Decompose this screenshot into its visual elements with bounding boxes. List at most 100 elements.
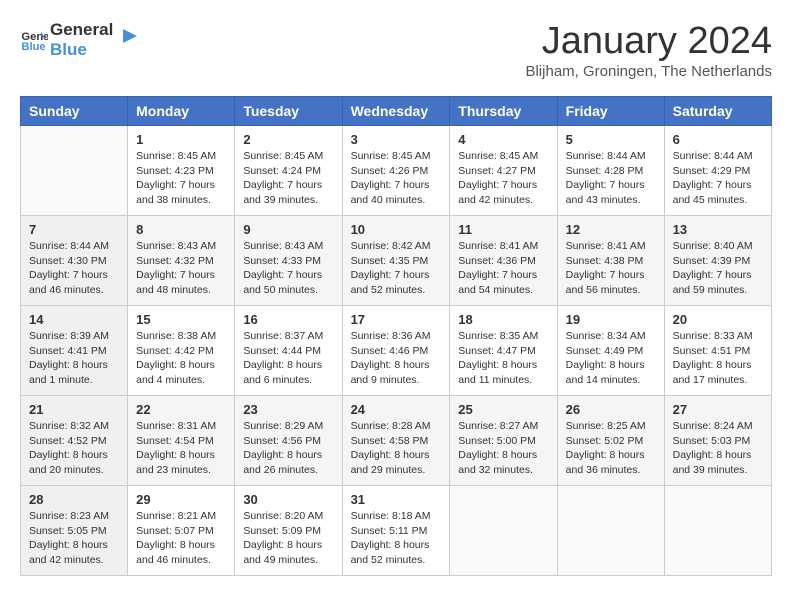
day-info: Sunrise: 8:43 AMSunset: 4:32 PMDaylight:… [136, 239, 226, 298]
calendar-cell: 9Sunrise: 8:43 AMSunset: 4:33 PMDaylight… [235, 216, 342, 306]
calendar-cell: 3Sunrise: 8:45 AMSunset: 4:26 PMDaylight… [342, 126, 450, 216]
day-number: 21 [29, 402, 119, 417]
day-info: Sunrise: 8:41 AMSunset: 4:36 PMDaylight:… [458, 239, 548, 298]
day-info: Sunrise: 8:18 AMSunset: 5:11 PMDaylight:… [351, 509, 442, 568]
day-info: Sunrise: 8:25 AMSunset: 5:02 PMDaylight:… [566, 419, 656, 478]
calendar-cell: 26 Sunrise: 8:25 AMSunset: 5:02 PMDayligh… [557, 396, 664, 486]
logo-arrow-icon [117, 25, 139, 47]
day-number: 15 [136, 312, 226, 327]
day-info: Sunrise: 8:31 AMSunset: 4:54 PMDaylight:… [136, 419, 226, 478]
day-number: 8 [136, 222, 226, 237]
logo-blue: Blue [50, 40, 113, 60]
day-number: 10 [351, 222, 442, 237]
header-cell-thursday: Thursday [450, 97, 557, 126]
day-number: 25 [458, 402, 548, 417]
calendar-cell: 1Sunrise: 8:45 AMSunset: 4:23 PMDaylight… [128, 126, 235, 216]
calendar-body: 1Sunrise: 8:45 AMSunset: 4:23 PMDaylight… [21, 126, 772, 576]
calendar-table: SundayMondayTuesdayWednesdayThursdayFrid… [20, 96, 772, 576]
calendar-cell [450, 486, 557, 576]
header-cell-monday: Monday [128, 97, 235, 126]
day-number: 16 [243, 312, 333, 327]
day-info: Sunrise: 8:37 AMSunset: 4:44 PMDaylight:… [243, 329, 333, 388]
day-number: 29 [136, 492, 226, 507]
calendar-cell: 29Sunrise: 8:21 AMSunset: 5:07 PMDayligh… [128, 486, 235, 576]
day-info: Sunrise: 8:20 AMSunset: 5:09 PMDaylight:… [243, 509, 333, 568]
calendar-cell: 20Sunrise: 8:33 AMSunset: 4:51 PMDayligh… [664, 306, 771, 396]
day-number: 19 [566, 312, 656, 327]
calendar-week-3: 21 Sunrise: 8:32 AMSunset: 4:52 PMDayligh… [21, 396, 772, 486]
day-info: Sunrise: 8:44 AMSunset: 4:29 PMDaylight:… [673, 149, 763, 208]
day-info: Sunrise: 8:40 AMSunset: 4:39 PMDaylight:… [673, 239, 763, 298]
day-number: 23 [243, 402, 333, 417]
day-info: Sunrise: 8:44 AMSunset: 4:28 PMDaylight:… [566, 149, 656, 208]
calendar-cell: 18Sunrise: 8:35 AMSunset: 4:47 PMDayligh… [450, 306, 557, 396]
day-number: 9 [243, 222, 333, 237]
month-title: January 2024 [525, 20, 772, 63]
calendar-cell: 7Sunrise: 8:44 AMSunset: 4:30 PMDaylight… [21, 216, 128, 306]
day-info: Sunrise: 8:34 AMSunset: 4:49 PMDaylight:… [566, 329, 656, 388]
calendar-cell: 13 Sunrise: 8:40 AMSunset: 4:39 PMDayligh… [664, 216, 771, 306]
location-title: Blijham, Groningen, The Netherlands [525, 63, 772, 80]
day-info: Sunrise: 8:45 AMSunset: 4:23 PMDaylight:… [136, 149, 226, 208]
calendar-header: SundayMondayTuesdayWednesdayThursdayFrid… [21, 97, 772, 126]
day-info: Sunrise: 8:33 AMSunset: 4:51 PMDaylight:… [673, 329, 763, 388]
day-number: 13 [673, 222, 763, 237]
calendar-cell: 24Sunrise: 8:28 AMSunset: 4:58 PMDayligh… [342, 396, 450, 486]
calendar-cell: 4 Sunrise: 8:45 AMSunset: 4:27 PMDaylight… [450, 126, 557, 216]
day-info: Sunrise: 8:45 AMSunset: 4:26 PMDaylight:… [351, 149, 442, 208]
page-header: General Blue General Blue January 2024 B… [20, 20, 772, 80]
day-info: Sunrise: 8:45 AMSunset: 4:27 PMDaylight:… [458, 149, 548, 208]
day-info: Sunrise: 8:24 AMSunset: 5:03 PMDaylight:… [673, 419, 763, 478]
day-number: 7 [29, 222, 119, 237]
calendar-cell: 27Sunrise: 8:24 AMSunset: 5:03 PMDayligh… [664, 396, 771, 486]
calendar-cell: 2 Sunrise: 8:45 AMSunset: 4:24 PMDaylight… [235, 126, 342, 216]
header-cell-sunday: Sunday [21, 97, 128, 126]
day-number: 12 [566, 222, 656, 237]
logo-icon: General Blue [20, 26, 48, 54]
calendar-week-1: 7Sunrise: 8:44 AMSunset: 4:30 PMDaylight… [21, 216, 772, 306]
day-number: 14 [29, 312, 119, 327]
title-section: January 2024 Blijham, Groningen, The Net… [525, 20, 772, 80]
day-number: 24 [351, 402, 442, 417]
calendar-cell: 10 Sunrise: 8:42 AMSunset: 4:35 PMDayligh… [342, 216, 450, 306]
calendar-cell: 21 Sunrise: 8:32 AMSunset: 4:52 PMDayligh… [21, 396, 128, 486]
calendar-cell: 23 Sunrise: 8:29 AMSunset: 4:56 PMDayligh… [235, 396, 342, 486]
calendar-cell: 17 Sunrise: 8:36 AMSunset: 4:46 PMDayligh… [342, 306, 450, 396]
calendar-cell: 15 Sunrise: 8:38 AMSunset: 4:42 PMDayligh… [128, 306, 235, 396]
calendar-cell: 12 Sunrise: 8:41 AMSunset: 4:38 PMDayligh… [557, 216, 664, 306]
day-number: 17 [351, 312, 442, 327]
calendar-cell [664, 486, 771, 576]
calendar-cell: 28Sunrise: 8:23 AMSunset: 5:05 PMDayligh… [21, 486, 128, 576]
logo-general: General [50, 20, 113, 40]
day-number: 18 [458, 312, 548, 327]
day-info: Sunrise: 8:32 AMSunset: 4:52 PMDaylight:… [29, 419, 119, 478]
calendar-cell: 31Sunrise: 8:18 AMSunset: 5:11 PMDayligh… [342, 486, 450, 576]
day-info: Sunrise: 8:38 AMSunset: 4:42 PMDaylight:… [136, 329, 226, 388]
day-number: 4 [458, 132, 548, 147]
day-number: 2 [243, 132, 333, 147]
day-number: 22 [136, 402, 226, 417]
calendar-cell: 22 Sunrise: 8:31 AMSunset: 4:54 PMDayligh… [128, 396, 235, 486]
header-cell-tuesday: Tuesday [235, 97, 342, 126]
calendar-week-2: 14Sunrise: 8:39 AMSunset: 4:41 PMDayligh… [21, 306, 772, 396]
calendar-cell: 5 Sunrise: 8:44 AMSunset: 4:28 PMDaylight… [557, 126, 664, 216]
day-number: 5 [566, 132, 656, 147]
calendar-cell: 14Sunrise: 8:39 AMSunset: 4:41 PMDayligh… [21, 306, 128, 396]
header-cell-saturday: Saturday [664, 97, 771, 126]
calendar-cell: 8 Sunrise: 8:43 AMSunset: 4:32 PMDaylight… [128, 216, 235, 306]
day-info: Sunrise: 8:29 AMSunset: 4:56 PMDaylight:… [243, 419, 333, 478]
header-cell-friday: Friday [557, 97, 664, 126]
calendar-cell: 11Sunrise: 8:41 AMSunset: 4:36 PMDayligh… [450, 216, 557, 306]
day-info: Sunrise: 8:42 AMSunset: 4:35 PMDaylight:… [351, 239, 442, 298]
day-info: Sunrise: 8:36 AMSunset: 4:46 PMDaylight:… [351, 329, 442, 388]
day-info: Sunrise: 8:27 AMSunset: 5:00 PMDaylight:… [458, 419, 548, 478]
calendar-cell: 30 Sunrise: 8:20 AMSunset: 5:09 PMDayligh… [235, 486, 342, 576]
day-number: 6 [673, 132, 763, 147]
day-info: Sunrise: 8:41 AMSunset: 4:38 PMDaylight:… [566, 239, 656, 298]
calendar-week-0: 1Sunrise: 8:45 AMSunset: 4:23 PMDaylight… [21, 126, 772, 216]
day-info: Sunrise: 8:45 AMSunset: 4:24 PMDaylight:… [243, 149, 333, 208]
calendar-week-4: 28Sunrise: 8:23 AMSunset: 5:05 PMDayligh… [21, 486, 772, 576]
day-number: 26 [566, 402, 656, 417]
day-number: 30 [243, 492, 333, 507]
header-row: SundayMondayTuesdayWednesdayThursdayFrid… [21, 97, 772, 126]
